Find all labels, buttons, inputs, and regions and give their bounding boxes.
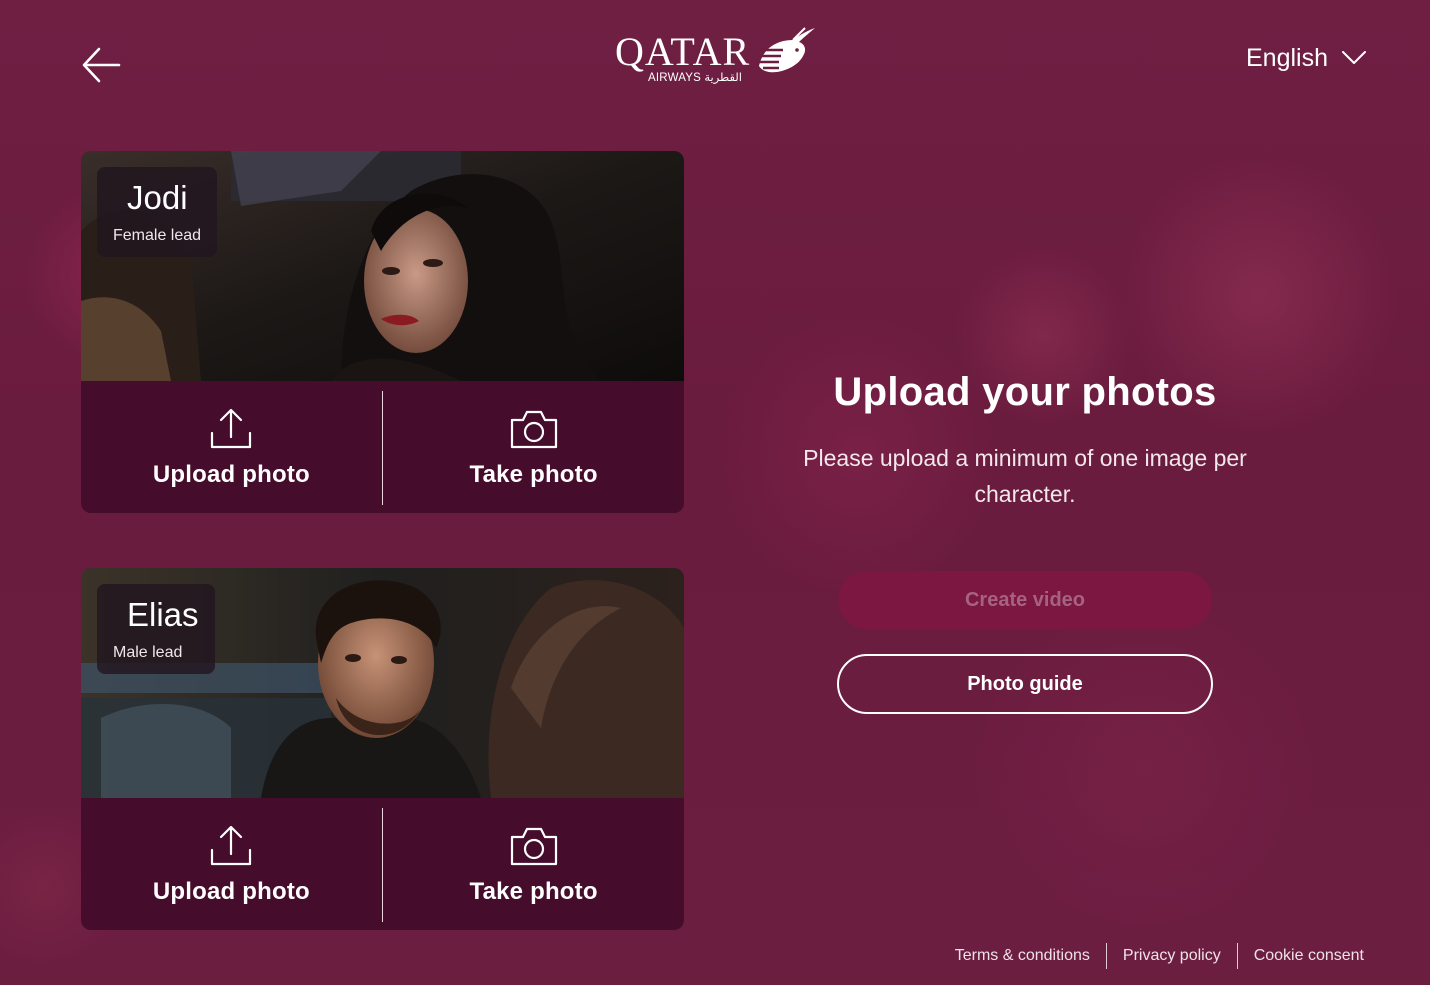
page-title: Upload your photos [833,370,1217,414]
take-photo-label: Take photo [469,878,598,905]
language-label: English [1246,43,1328,72]
take-photo-button[interactable]: Take photo [383,798,684,930]
photo-guide-button[interactable]: Photo guide [837,654,1213,714]
character-name: Jodi [127,179,188,216]
upload-icon [205,824,257,868]
upload-photo-button[interactable]: Upload photo [81,798,382,930]
photo-actions: Upload photo Take photo [81,798,684,930]
camera-icon [508,407,560,451]
character-card-elias: Elias Male lead Upload photo Take photo [81,568,684,930]
character-role: Male lead [113,644,183,661]
logo-wordmark: QATAR [615,29,751,74]
cookie-consent-link[interactable]: Cookie consent [1238,943,1364,969]
qatar-airways-logo: QATAR AIRWAYS القطرية [615,26,817,88]
camera-icon [508,824,560,868]
upload-photo-label: Upload photo [152,461,310,488]
footer: Terms & conditions Privacy policy Cookie… [939,943,1364,969]
arrow-left-icon [82,47,121,83]
chevron-down-icon [1342,51,1366,64]
name-tag: Jodi Female lead [97,167,218,257]
back-button[interactable] [80,44,122,86]
oryx-logo-icon [759,27,815,76]
language-selector[interactable]: English [1246,40,1366,76]
photo-actions: Upload photo Take photo [81,381,684,513]
page-description: Please upload a minimum of one image per… [803,445,1247,507]
terms-link[interactable]: Terms & conditions [939,943,1106,969]
name-tag: Elias Male lead [97,584,215,674]
character-role: Female lead [113,227,202,244]
upload-icon [205,407,257,451]
create-video-button[interactable]: Create video [838,571,1212,629]
character-photo-jodi: Jodi Female lead [81,151,684,381]
privacy-link[interactable]: Privacy policy [1107,943,1237,969]
logo-subtitle: AIRWAYS القطرية [648,72,743,84]
upload-photo-label: Upload photo [152,878,310,905]
upload-photo-button[interactable]: Upload photo [81,381,382,513]
character-name: Elias [127,596,199,633]
take-photo-label: Take photo [469,461,598,488]
take-photo-button[interactable]: Take photo [383,381,684,513]
character-photo-elias: Elias Male lead [81,568,684,798]
character-card-jodi: Jodi Female lead Upload photo Take photo [81,151,684,513]
